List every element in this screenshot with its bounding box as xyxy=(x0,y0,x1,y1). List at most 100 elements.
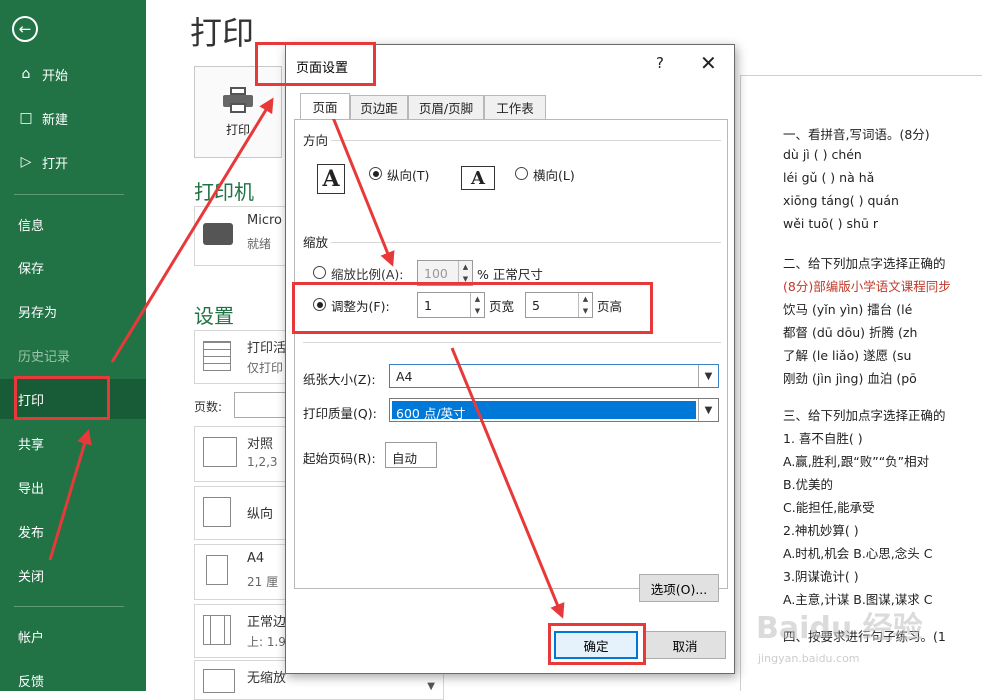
fit-to-radio[interactable] xyxy=(313,298,326,311)
nav-label: 发布 xyxy=(18,525,45,541)
preview-line: 1. 喜不自胜( ) xyxy=(783,431,863,446)
nav-feedback[interactable]: 反馈 xyxy=(0,660,146,700)
adjust-percent-spinner: 100 ▲ ▼ xyxy=(417,260,473,286)
fit-pages-tall-spinner[interactable]: 5 ▲ ▼ xyxy=(525,292,593,318)
landscape-radio[interactable] xyxy=(515,167,528,180)
pages-label: 页数: xyxy=(194,400,223,414)
landscape-label[interactable]: 横向(L) xyxy=(533,165,575,184)
printer-heading: 打印机 xyxy=(194,180,254,204)
portrait-page-icon xyxy=(203,497,231,527)
setting-main: 纵向 xyxy=(247,507,274,522)
nav-home[interactable]: ⌂ 开始 xyxy=(0,54,146,94)
tab-sheet[interactable]: 工作表 xyxy=(484,95,546,119)
nav-label: 反馈 xyxy=(18,674,45,690)
spinner-arrows-icon[interactable]: ▲ ▼ xyxy=(578,293,592,317)
chevron-down-icon[interactable]: ▼ xyxy=(698,399,718,421)
preview-line: A.时机,机会 B.心思,念头 C xyxy=(783,546,933,561)
scaling-group-label: 缩放 xyxy=(303,235,329,250)
nav-close[interactable]: 关闭 xyxy=(0,555,146,595)
nav-share[interactable]: 共享 xyxy=(0,423,146,463)
nav-label: 导出 xyxy=(18,481,45,497)
nav-label: 历史记录 xyxy=(18,349,71,365)
preview-line: (8分)部编版小学语文课程同步 xyxy=(783,279,951,294)
group-divider xyxy=(331,140,721,141)
watermark-url: jingyan.baidu.com xyxy=(758,652,860,665)
nav-history: 历史记录 xyxy=(0,335,146,375)
nav-save-as[interactable]: 另存为 xyxy=(0,291,146,331)
options-button[interactable]: 选项(O)... xyxy=(639,574,719,602)
preview-line: 3.阴谋诡计( ) xyxy=(783,569,859,584)
fit-pages-wide-value: 1 xyxy=(424,298,432,313)
collate-icon xyxy=(203,437,237,467)
printer-icon xyxy=(223,86,253,113)
nav-new[interactable]: □ 新建 xyxy=(0,98,146,138)
fit-to-label[interactable]: 调整为(F): xyxy=(331,296,390,315)
ok-button[interactable]: 确定 xyxy=(554,631,638,659)
portrait-label[interactable]: 纵向(T) xyxy=(387,165,429,184)
page-title: 打印 xyxy=(190,14,255,52)
preview-line: A.赢,胜利,跟“败”“负”相对 xyxy=(783,454,930,469)
paper-size-label: 纸张大小(Z): xyxy=(303,372,376,387)
nav-open[interactable]: ▷ 打开 xyxy=(0,142,146,182)
preview-line: xiōng táng( ) quán xyxy=(783,193,899,208)
sidebar-divider xyxy=(14,194,124,195)
help-icon[interactable]: ? xyxy=(656,54,664,72)
first-page-input[interactable]: 自动 xyxy=(385,442,437,468)
portrait-icon: A xyxy=(317,164,345,194)
setting-sub: 仅打印 xyxy=(247,361,284,375)
nav-label: 开始 xyxy=(42,68,69,84)
back-arrow-icon[interactable]: ← xyxy=(12,16,38,42)
sidebar-divider xyxy=(14,606,124,607)
nav-account[interactable]: 帐户 xyxy=(0,616,146,656)
preview-line: C.能担任,能承受 xyxy=(783,500,875,515)
spinner-arrows-icon[interactable]: ▲ ▼ xyxy=(470,293,484,317)
paper-icon xyxy=(206,555,228,585)
tab-page[interactable]: 页面 xyxy=(300,93,350,119)
paper-size-select[interactable]: A4 ▼ xyxy=(389,364,719,388)
dialog-title: 页面设置 xyxy=(296,61,349,76)
landscape-icon: A xyxy=(461,166,495,190)
orientation-group-label: 方向 xyxy=(303,133,329,148)
setting-main: 正常边 xyxy=(247,615,287,630)
tab-margins[interactable]: 页边距 xyxy=(350,95,408,119)
new-doc-icon: □ xyxy=(19,110,33,126)
nav-label: 另存为 xyxy=(18,305,58,321)
watermark-logo: Baidu 经验 xyxy=(756,611,923,646)
first-page-label: 起始页码(R): xyxy=(303,451,376,466)
nav-info[interactable]: 信息 xyxy=(0,204,146,244)
print-button[interactable]: 打印 xyxy=(194,66,282,158)
setting-sub: 21 厘 xyxy=(247,575,279,589)
preview-line: 一、看拼音,写词语。(8分) xyxy=(783,127,930,142)
nav-label: 打印 xyxy=(18,393,45,409)
chevron-down-icon[interactable]: ▼ xyxy=(698,365,718,387)
pages-from-input[interactable] xyxy=(234,392,290,418)
cancel-button[interactable]: 取消 xyxy=(644,631,726,659)
fit-pages-tall-value: 5 xyxy=(532,298,540,313)
preview-line: dù jì ( ) chén xyxy=(783,147,862,162)
nav-label: 保存 xyxy=(18,261,45,277)
print-quality-select[interactable]: 600 点/英寸 ▼ xyxy=(389,398,719,422)
tab-header-footer[interactable]: 页眉/页脚 xyxy=(408,95,484,119)
settings-heading: 设置 xyxy=(194,304,234,328)
setting-sub: 1,2,3 xyxy=(247,455,278,469)
margins-icon xyxy=(203,615,231,645)
setting-main: A4 xyxy=(247,551,265,566)
portrait-radio[interactable] xyxy=(369,167,382,180)
print-button-label: 打印 xyxy=(225,122,250,137)
adjust-percent-radio[interactable] xyxy=(313,266,326,279)
nav-export[interactable]: 导出 xyxy=(0,467,146,507)
nav-publish[interactable]: 发布 xyxy=(0,511,146,551)
first-page-value: 自动 xyxy=(392,451,418,466)
nav-save[interactable]: 保存 xyxy=(0,247,146,287)
close-icon[interactable]: ✕ xyxy=(700,51,717,75)
preview-line: 饮马 (yǐn yìn) 擂台 (lé xyxy=(783,302,913,317)
nav-print[interactable]: 打印 xyxy=(0,379,146,419)
fit-pages-wide-spinner[interactable]: 1 ▲ ▼ xyxy=(417,292,485,318)
preview-line: wěi tuō( ) shū r xyxy=(783,216,879,231)
adjust-percent-label[interactable]: 缩放比例(A): xyxy=(331,264,404,283)
setting-main: 无缩放 xyxy=(247,671,287,686)
fit-pages-wide-suffix: 页宽 xyxy=(489,299,515,314)
printer-status: 就绪 xyxy=(247,237,272,251)
tab-page-body: 方向 A 纵向(T) A 横向(L) 缩放 缩放比例(A): 100 ▲ ▼ % … xyxy=(294,119,728,602)
preview-line: 刚劲 (jìn jìng) 血泊 (pō xyxy=(783,371,917,386)
